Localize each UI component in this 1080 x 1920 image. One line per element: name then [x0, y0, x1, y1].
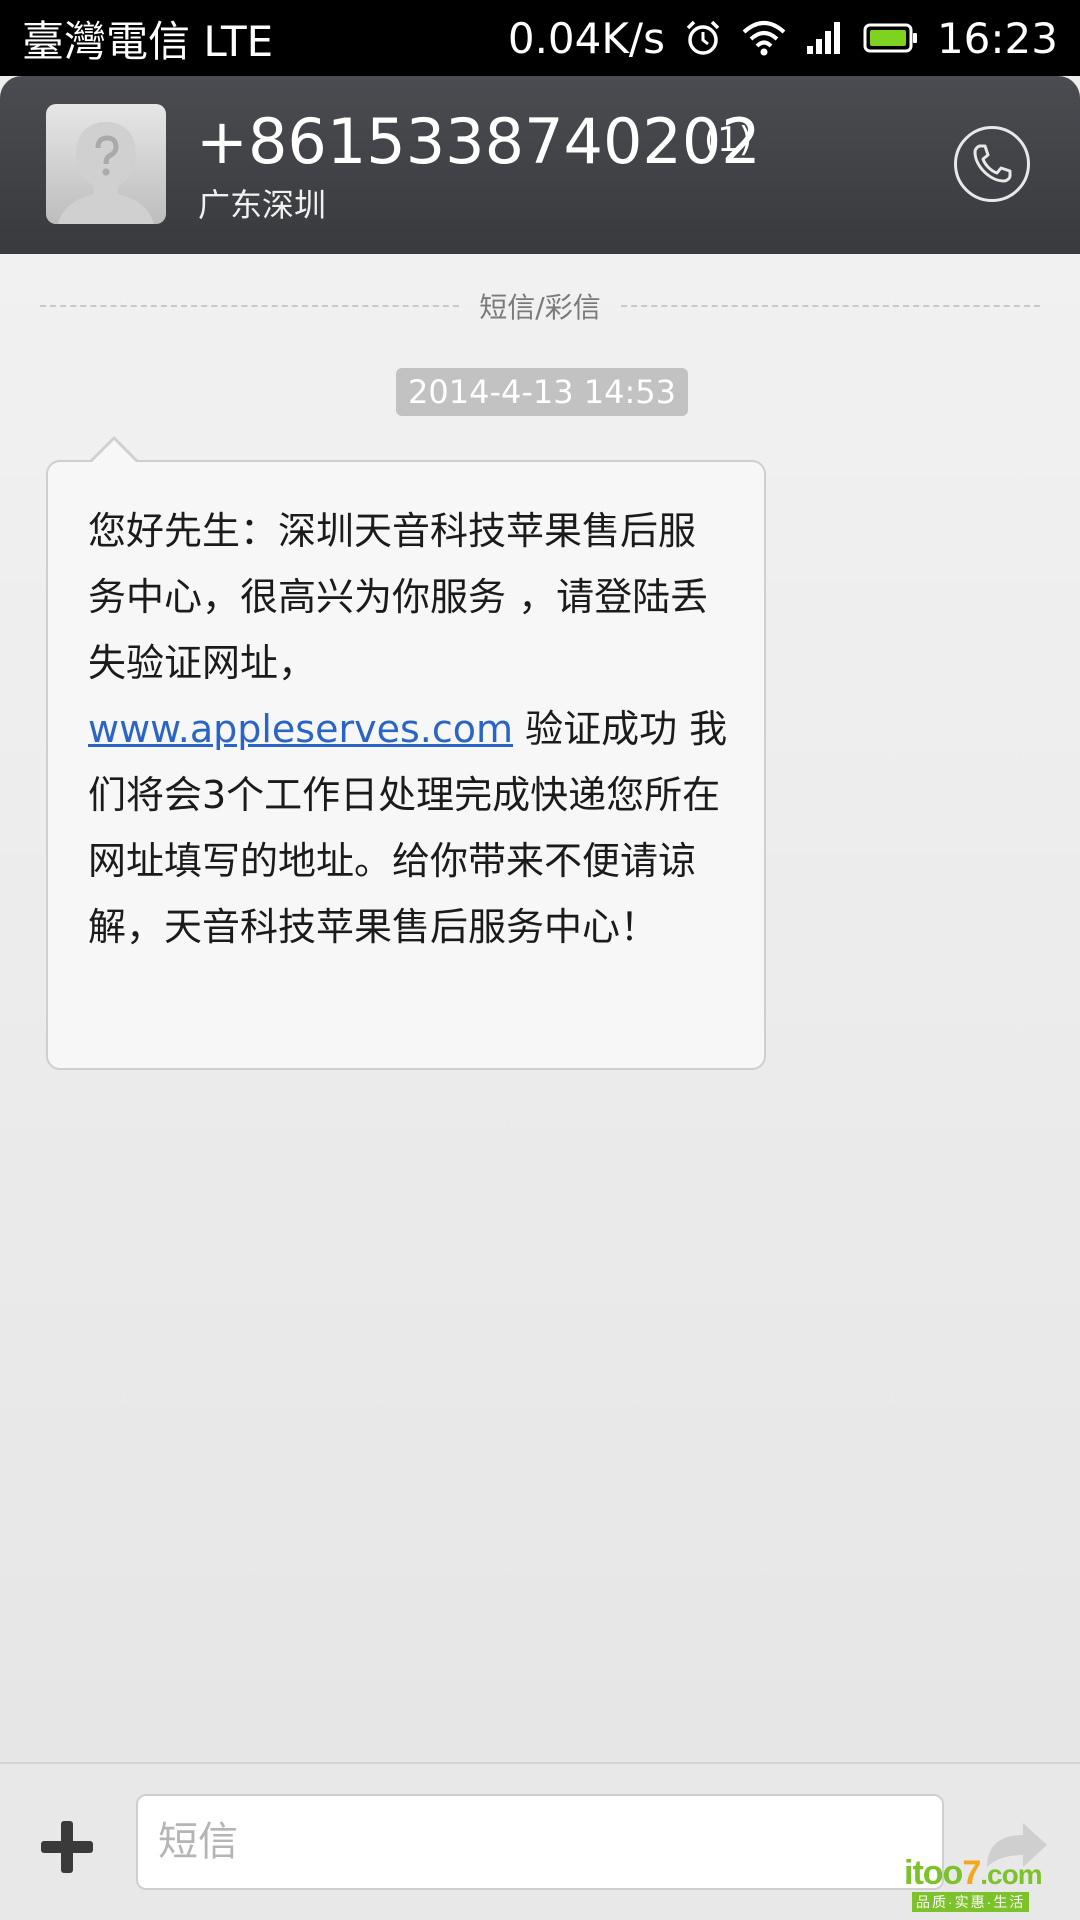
add-attachment-button[interactable] — [32, 1812, 102, 1882]
avatar[interactable] — [46, 104, 166, 224]
status-indicators: 0.04K/s 16:23 — [508, 14, 1058, 63]
bubble-tail-inner — [91, 440, 137, 463]
site-watermark: itoo7.com 品质·实惠·生活 — [904, 1854, 1074, 1914]
message-count-badge: (1) — [704, 120, 753, 160]
message-text: 您好先生：深圳天音科技苹果售后服务中心，很高兴为你服务 ，请登陆丢失验证网址， w… — [88, 498, 728, 960]
message-input[interactable] — [136, 1794, 944, 1890]
message-timestamp: 2014-4-13 14:53 — [396, 368, 688, 416]
status-bar: 臺灣電信 LTE 0.04K/s 16:23 — [0, 0, 1080, 76]
message-bubble[interactable]: 您好先生：深圳天音科技苹果售后服务中心，很高兴为你服务 ，请登陆丢失验证网址， w… — [46, 436, 766, 1070]
message-text-part-1: 您好先生：深圳天音科技苹果售后服务中心，很高兴为你服务 ，请登陆丢失验证网址， — [88, 509, 709, 685]
unknown-contact-icon — [58, 122, 154, 224]
wifi-icon — [741, 18, 787, 58]
conversation-header: +8615338740202 (1) 广东深圳 — [0, 76, 1080, 254]
network-speed: 0.04K/s — [507, 13, 665, 63]
clock: 16:23 — [936, 13, 1058, 63]
alarm-icon — [683, 18, 723, 58]
contact-location: 广东深圳 — [198, 186, 327, 224]
phone-icon — [973, 144, 1012, 183]
watermark-tagline: 品质·实惠·生活 — [912, 1892, 1030, 1912]
message-link[interactable]: www.appleserves.com — [88, 707, 513, 751]
message-list[interactable]: 短信/彩信 2014-4-13 14:53 您好先生：深圳天音科技苹果售后服务中… — [0, 254, 1080, 1762]
channel-label: 短信/彩信 — [479, 291, 601, 324]
carrier-label: 臺灣電信 LTE — [22, 16, 274, 66]
watermark-logo: itoo7.com — [904, 1854, 1043, 1892]
plus-icon — [41, 1821, 93, 1873]
signal-icon — [805, 20, 845, 56]
call-button[interactable] — [954, 126, 1030, 202]
channel-divider: 短信/彩信 — [40, 284, 1040, 328]
divider-line-right — [620, 305, 1040, 307]
contact-number: +8615338740202 — [196, 105, 761, 178]
composer-bar: itoo7.com 品质·实惠·生活 — [0, 1762, 1080, 1920]
battery-icon — [863, 22, 919, 54]
divider-line-left — [40, 305, 460, 307]
